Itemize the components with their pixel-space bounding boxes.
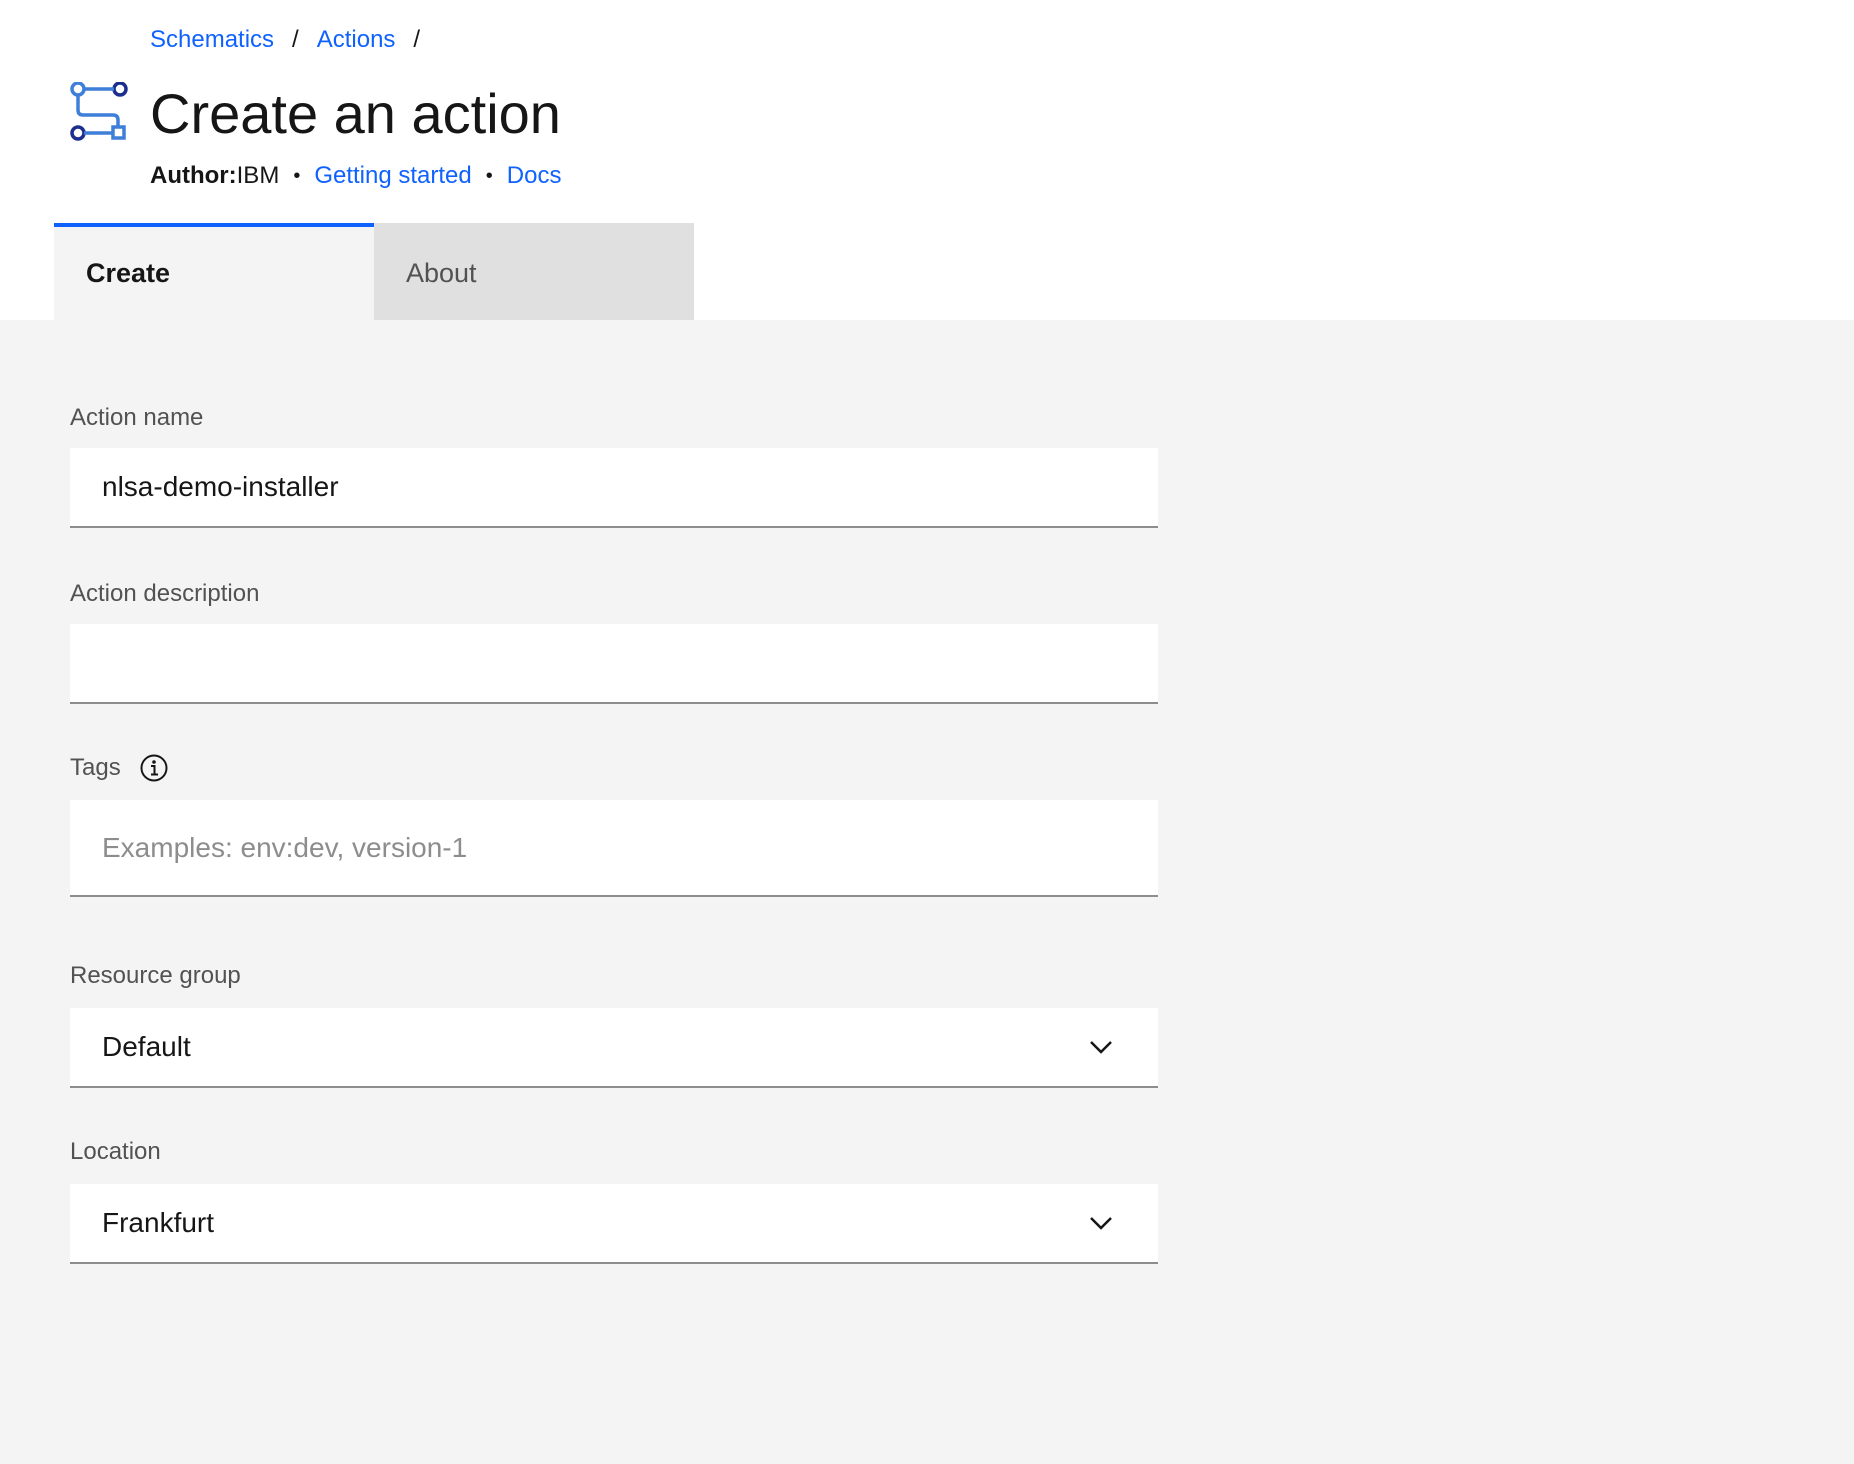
meta-separator: • [293, 165, 301, 187]
chevron-down-icon [1090, 1217, 1112, 1230]
resource-group-selected-value: Default [102, 1031, 191, 1062]
action-name-field-wrapper [70, 448, 1158, 528]
tab-list: Create About [54, 223, 694, 320]
getting-started-link[interactable]: Getting started [314, 158, 471, 194]
action-description-input[interactable] [102, 647, 1158, 679]
breadcrumb-link-schematics[interactable]: Schematics [150, 22, 274, 58]
resource-group-select[interactable]: Default [70, 1008, 1158, 1088]
location-selected-value: Frankfurt [102, 1207, 215, 1238]
page-header: Schematics / Actions / Create an action … [0, 0, 1854, 320]
tags-input[interactable] [102, 831, 1158, 864]
action-name-label: Action name [70, 404, 204, 431]
tab-about-label: About [406, 258, 477, 288]
meta-separator: • [485, 165, 493, 187]
action-name-input[interactable] [102, 471, 1158, 503]
schematics-action-icon [70, 82, 128, 141]
breadcrumb-separator: / [292, 26, 299, 53]
tab-create[interactable]: Create [54, 223, 374, 320]
action-description-label: Action description [70, 580, 260, 607]
author-label: Author: [150, 162, 237, 189]
tab-create-label: Create [86, 258, 171, 288]
location-select[interactable]: Frankfurt [70, 1184, 1158, 1264]
action-description-field-wrapper [70, 624, 1158, 704]
docs-link[interactable]: Docs [507, 158, 562, 194]
page-title: Create an action [150, 82, 561, 145]
tags-field-wrapper [70, 800, 1158, 897]
tab-about[interactable]: About [374, 223, 694, 320]
resource-group-label: Resource group [70, 962, 241, 989]
page-meta: Author: IBM • Getting started • Docs [150, 158, 561, 194]
tags-label-row: Tags [70, 752, 169, 784]
tags-label: Tags [70, 754, 121, 781]
breadcrumb-separator: / [413, 26, 421, 53]
chevron-down-icon [1090, 1041, 1112, 1054]
location-label: Location [70, 1138, 161, 1165]
breadcrumb-link-actions[interactable]: Actions [317, 22, 396, 58]
author-value: IBM [236, 162, 280, 189]
breadcrumb: Schematics / Actions / [150, 22, 438, 58]
info-icon[interactable] [139, 753, 169, 783]
